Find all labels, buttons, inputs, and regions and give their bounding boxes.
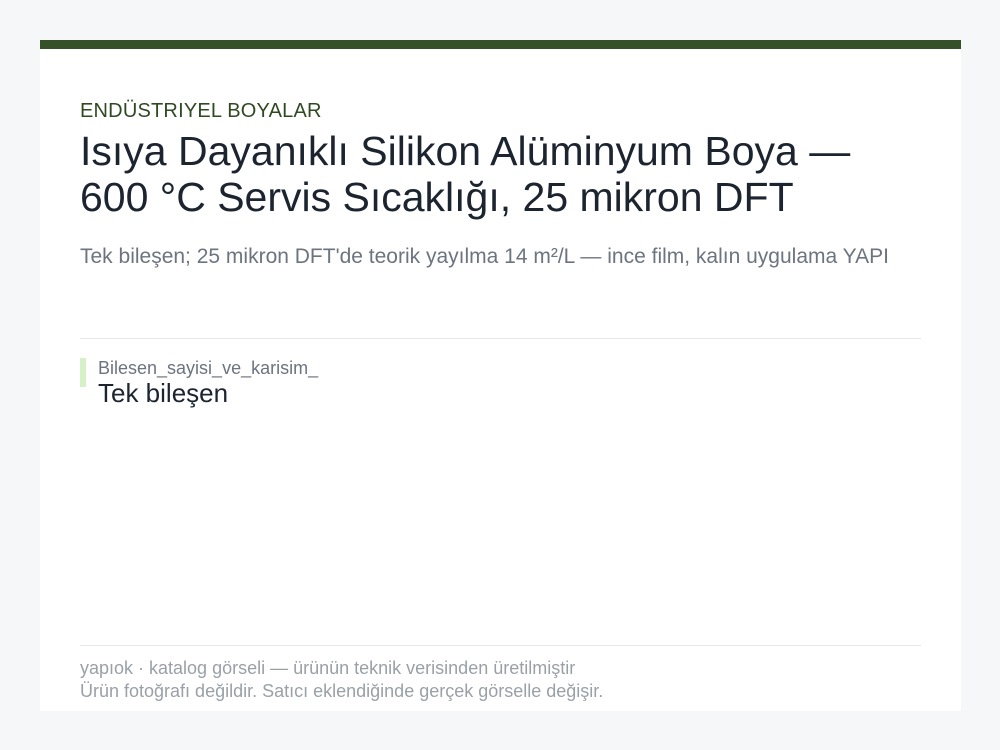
product-card: ENDÜSTRIYEL BOYALAR Isıya Dayanıklı Sili… xyxy=(40,40,961,711)
product-title: Isıya Dayanıklı Silikon Alüminyum Boya —… xyxy=(80,128,851,220)
footer: yapıok · katalog görseli — ürünün teknik… xyxy=(80,657,921,703)
footer-line-1: yapıok · katalog görseli — ürünün teknik… xyxy=(80,658,576,678)
spec-item: Bilesen_sayisi_ve_karisim_ Tek bileşen xyxy=(80,358,318,408)
spec-value: Tek bileşen xyxy=(98,378,229,408)
spec-key: Bilesen_sayisi_ve_karisim_ xyxy=(98,358,319,378)
product-subtitle: Tek bileşen; 25 mikron DFT'de teorik yay… xyxy=(80,245,889,268)
category-label: ENDÜSTRIYEL BOYALAR xyxy=(80,100,322,122)
card-content: ENDÜSTRIYEL BOYALAR Isıya Dayanıklı Sili… xyxy=(80,49,921,711)
spec-accent-bar xyxy=(80,358,86,387)
footer-line-2: Ürün fotoğrafı değildir. Satıcı eklendiğ… xyxy=(80,681,604,701)
footer-divider xyxy=(80,645,921,646)
divider xyxy=(80,338,921,339)
